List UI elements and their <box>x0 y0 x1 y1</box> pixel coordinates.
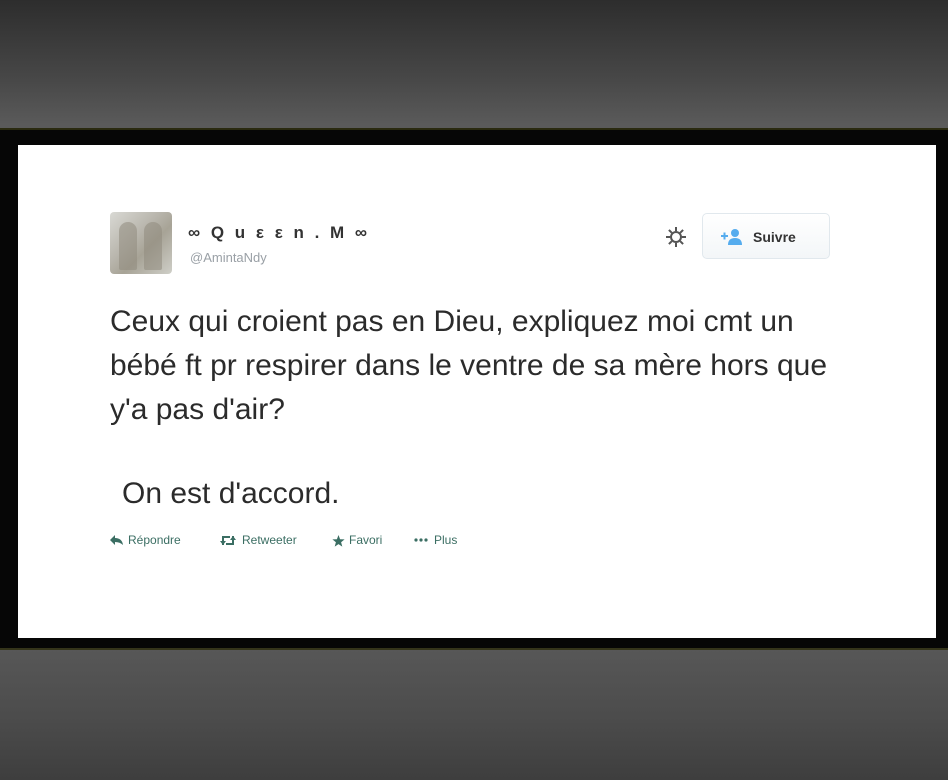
retweet-icon <box>220 536 236 545</box>
bottom-background <box>0 650 948 780</box>
retweet-label: Retweeter <box>242 533 297 547</box>
user-handle[interactable]: @AmintaNdy <box>190 250 267 265</box>
more-label: Plus <box>434 533 458 547</box>
favorite-label: Favori <box>349 533 383 547</box>
ellipsis-icon <box>414 538 428 542</box>
tweet-caption: On est d'accord. <box>122 477 340 510</box>
avatar[interactable] <box>110 212 172 274</box>
avatar-figure-left <box>119 222 137 270</box>
follow-button-label: Suivre <box>753 229 796 245</box>
display-name[interactable]: ∞ Q u ε ε n . M ∞ <box>188 223 370 243</box>
add-person-icon <box>721 228 743 246</box>
follow-button[interactable]: Suivre <box>702 213 830 259</box>
avatar-figure-right <box>144 222 162 270</box>
gear-icon[interactable] <box>664 225 688 249</box>
tweet-text: Ceux qui croient pas en Dieu, expliquez … <box>110 305 828 426</box>
reply-label: Répondre <box>128 533 181 547</box>
reply-arrow-icon <box>110 535 123 545</box>
star-icon <box>332 535 345 547</box>
